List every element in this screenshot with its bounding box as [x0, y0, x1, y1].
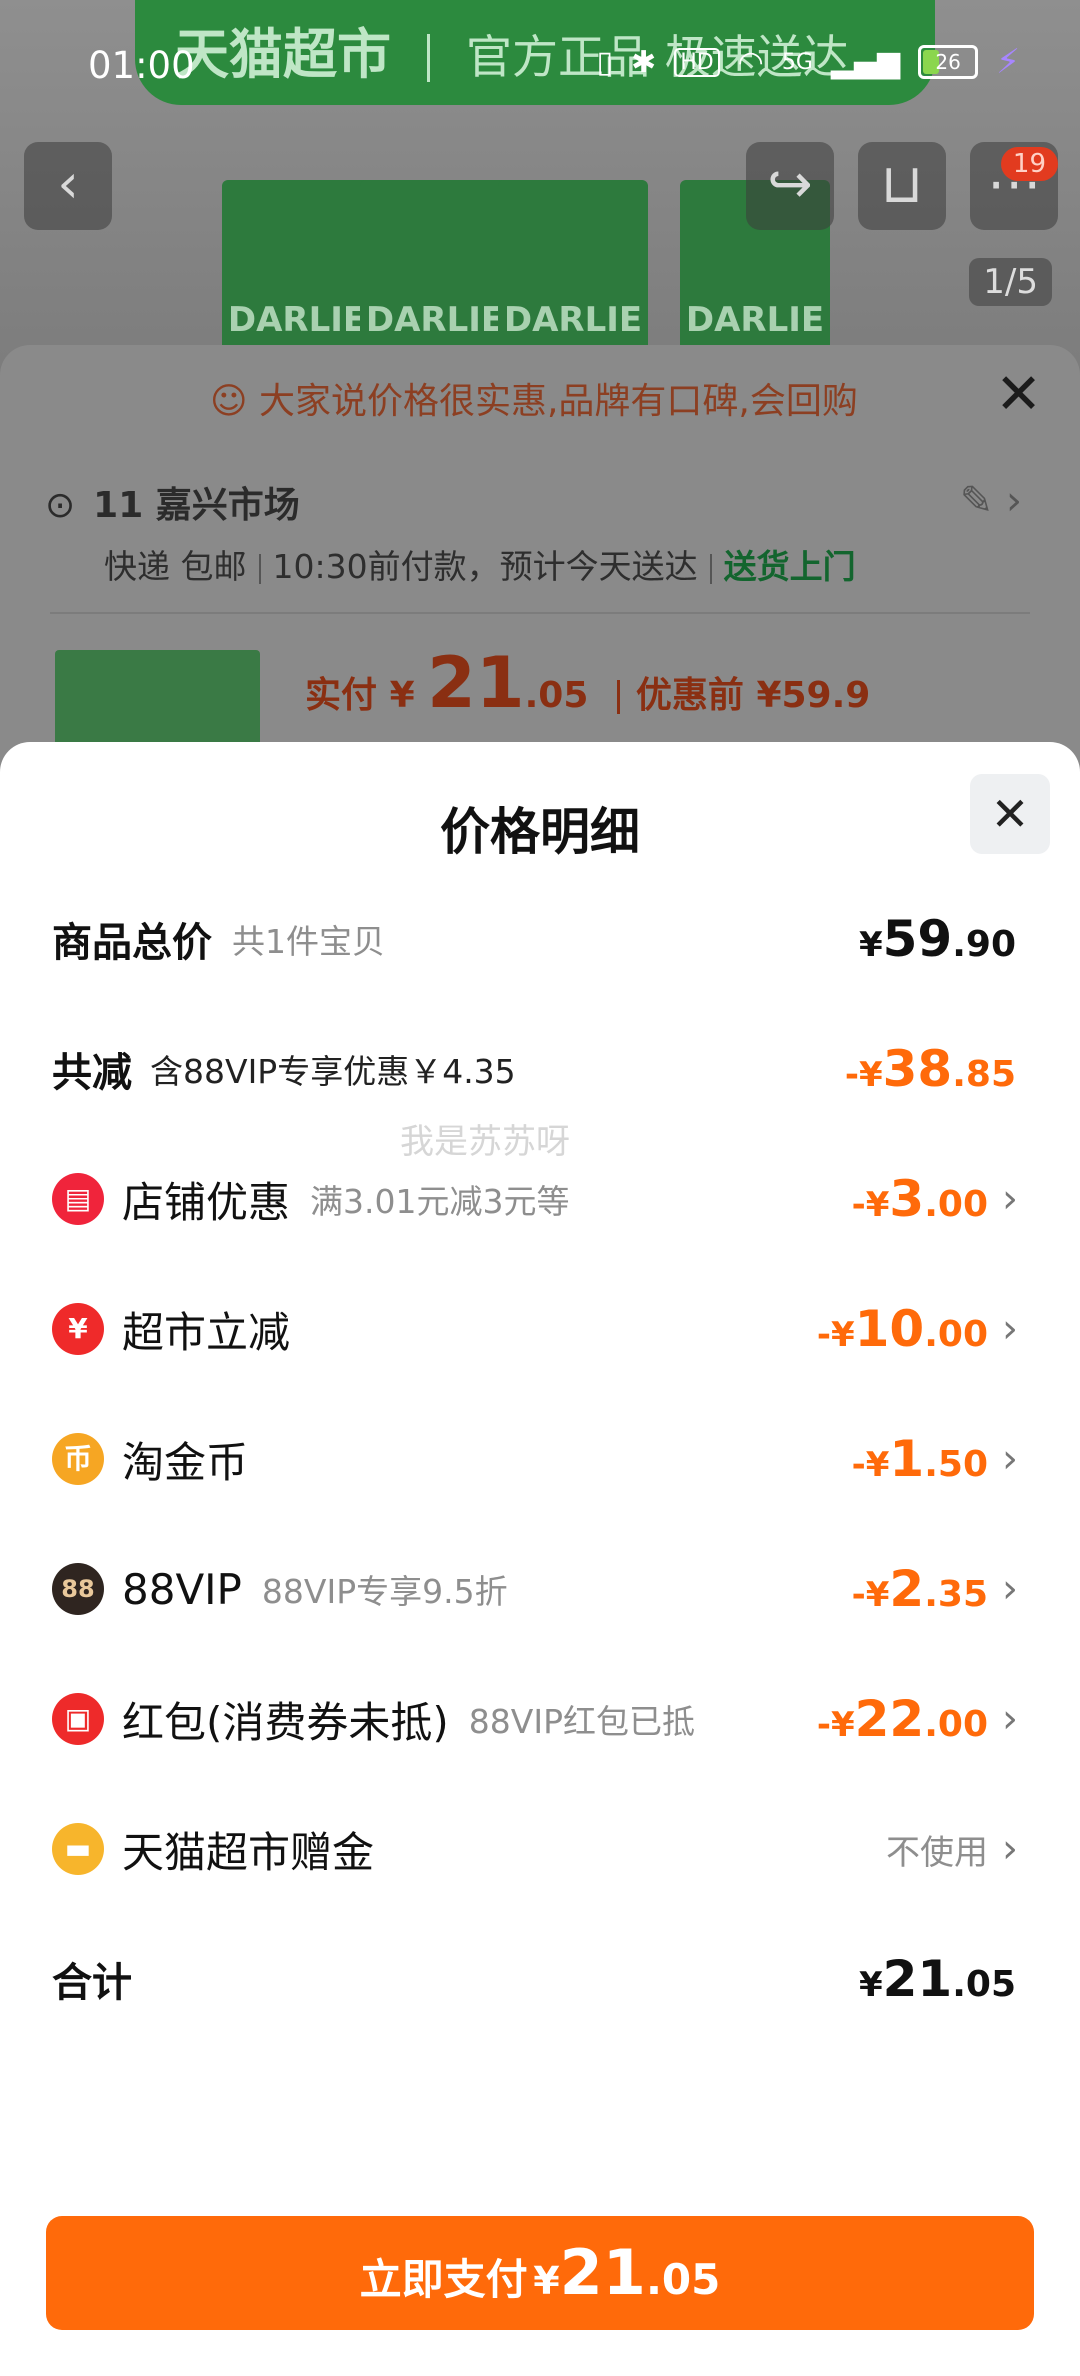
vibrate-icon: ▯: [596, 44, 614, 80]
delivery-info: 快递 包邮 10:30前付款，预计今天送达 送货上门: [104, 540, 856, 588]
address-text: 11 嘉兴市场: [93, 485, 300, 526]
total-discount-label: 共减: [52, 1050, 132, 1096]
supermarket-discount-label: 超市立减: [122, 1307, 291, 1357]
store-coupon-value: -¥3.00: [851, 1170, 988, 1228]
before-discount: 优惠前 ¥59.9: [635, 675, 871, 716]
pay-int: 21: [559, 2236, 646, 2309]
paid-int: 21: [427, 642, 525, 724]
vip88-label: 88VIP: [122, 1564, 242, 1614]
total-discount-note: 含88VIP专享优惠￥4.35: [150, 1052, 516, 1091]
goods-total-label: 商品总价: [52, 920, 212, 966]
signal-icon: ▂▄▆: [830, 44, 901, 80]
delivery-tag: 送货上门: [723, 547, 856, 586]
delivery-mode: 快递 包邮: [104, 547, 247, 586]
vip88-value: -¥2.35: [851, 1560, 988, 1618]
chevron-right-icon: ›: [1002, 1566, 1018, 1612]
gold-coin-row[interactable]: 币 淘金币 -¥1.50 ›: [0, 1414, 1080, 1504]
hd-icon: HD: [674, 47, 720, 77]
chat-icon: ☺: [210, 381, 248, 422]
address[interactable]: ⊙ 11 嘉兴市场: [45, 476, 300, 528]
store-coupon-icon: ▤: [52, 1173, 104, 1225]
red-packet-row[interactable]: ▣ 红包(消费券未抵) 88VIP红包已抵 -¥22.00 ›: [0, 1674, 1080, 1764]
cart-icon[interactable]: ⊔: [858, 142, 946, 230]
delivery-time: 10:30前付款，预计今天送达: [272, 547, 698, 586]
status-time: 01:00: [88, 44, 195, 87]
pay-label: 立即支付: [359, 2255, 528, 2304]
sheet-title: 价格明细: [440, 803, 640, 861]
chevron-right-icon: ›: [1002, 1696, 1018, 1742]
back-icon[interactable]: ‹: [24, 142, 112, 230]
bluetooth-icon: ✱: [631, 44, 657, 80]
supermarket-discount-row[interactable]: ¥ 超市立减 -¥10.00 ›: [0, 1284, 1080, 1374]
paid-label: 实付: [305, 675, 378, 716]
gift-money-label: 天猫超市赠金: [122, 1827, 375, 1877]
red-packet-value: -¥22.00: [816, 1690, 988, 1748]
vip88-icon: 88: [52, 1563, 104, 1615]
paid-dec: .05: [524, 675, 589, 716]
gold-coin-value: -¥1.50: [851, 1430, 988, 1488]
red-packet-icon: ▣: [52, 1693, 104, 1745]
image-pager: 1/5: [969, 258, 1052, 306]
chevron-right-icon: ›: [1002, 1436, 1018, 1482]
chevron-right-icon: ›: [1002, 1176, 1018, 1222]
supermarket-discount-value: -¥10.00: [816, 1300, 988, 1358]
share-icon[interactable]: ↪: [746, 142, 834, 230]
network-label: 5G: [781, 49, 813, 75]
supermarket-discount-icon: ¥: [52, 1303, 104, 1355]
pay-now-button[interactable]: 立即支付 ¥21.05: [46, 2216, 1034, 2330]
chevron-right-icon: ›: [1002, 1826, 1018, 1872]
gift-money-value: 不使用: [886, 1832, 988, 1873]
vip88-row[interactable]: 88 88VIP 88VIP专享9.5折 -¥2.35 ›: [0, 1544, 1080, 1634]
store-coupon-label: 店铺优惠: [122, 1177, 291, 1227]
goods-count: 共1件宝贝: [232, 922, 385, 961]
wifi-icon: ◠: [737, 44, 764, 80]
vip88-note: 88VIP专享9.5折: [261, 1572, 508, 1611]
product-thumbnail: [55, 650, 260, 750]
battery-level: 26: [935, 50, 961, 74]
paid-price: 实付 ¥ 21.05 优惠前 ¥59.9: [305, 642, 870, 724]
store-coupon-row[interactable]: ▤ 店铺优惠 满3.01元减3元等 -¥3.00 ›: [0, 1154, 1080, 1244]
battery-icon: 26: [918, 45, 979, 79]
review-summary: ☺ 大家说价格很实惠,品牌有口碑,会回购: [210, 372, 858, 424]
total-discount-value: -¥38.85: [844, 1040, 1016, 1098]
red-packet-note: 88VIP红包已抵: [468, 1702, 695, 1741]
edit-address-icon[interactable]: ✎ ›: [960, 478, 1022, 524]
gift-card-icon: ▬: [52, 1823, 104, 1875]
charging-icon: ⚡: [996, 42, 1020, 82]
review-text: 大家说价格很实惠,品牌有口碑,会回购: [258, 381, 858, 422]
pay-dec: .05: [645, 2255, 721, 2304]
sum-value: ¥21.05: [858, 1950, 1016, 2008]
paid-currency: ¥: [389, 675, 415, 716]
status-bar: 01:00 ▯ ✱ HD ◠ 5G ▂▄▆ 26 ⚡: [0, 0, 1080, 120]
goods-total-row: 商品总价 共1件宝贝 ¥59.90: [0, 894, 1080, 984]
sum-row: 合计 ¥21.05: [0, 1934, 1080, 2024]
gold-coin-icon: 币: [52, 1433, 104, 1485]
gold-coin-label: 淘金币: [122, 1437, 249, 1487]
order-close-icon[interactable]: ✕: [995, 362, 1042, 427]
gift-money-row[interactable]: ▬ 天猫超市赠金 不使用 ›: [0, 1804, 1080, 1894]
close-icon[interactable]: ✕: [970, 774, 1050, 854]
cart-badge: 19: [1000, 147, 1058, 181]
location-icon: ⊙: [45, 485, 76, 526]
red-packet-label: 红包(消费券未抵): [122, 1697, 449, 1747]
total-discount-row: 共减 含88VIP专享优惠￥4.35 -¥38.85: [0, 1024, 1080, 1114]
store-coupon-note: 满3.01元减3元等: [310, 1182, 570, 1221]
price-detail-sheet: 价格明细 ✕ 我是苏苏呀 商品总价 共1件宝贝 ¥59.90 共减 含88VIP…: [0, 742, 1080, 2376]
divider: [50, 612, 1030, 614]
sum-label: 合计: [52, 1960, 132, 2006]
pay-currency: ¥: [533, 2259, 560, 2303]
chevron-right-icon: ›: [1002, 1306, 1018, 1352]
goods-total-value: ¥59.90: [858, 910, 1016, 968]
